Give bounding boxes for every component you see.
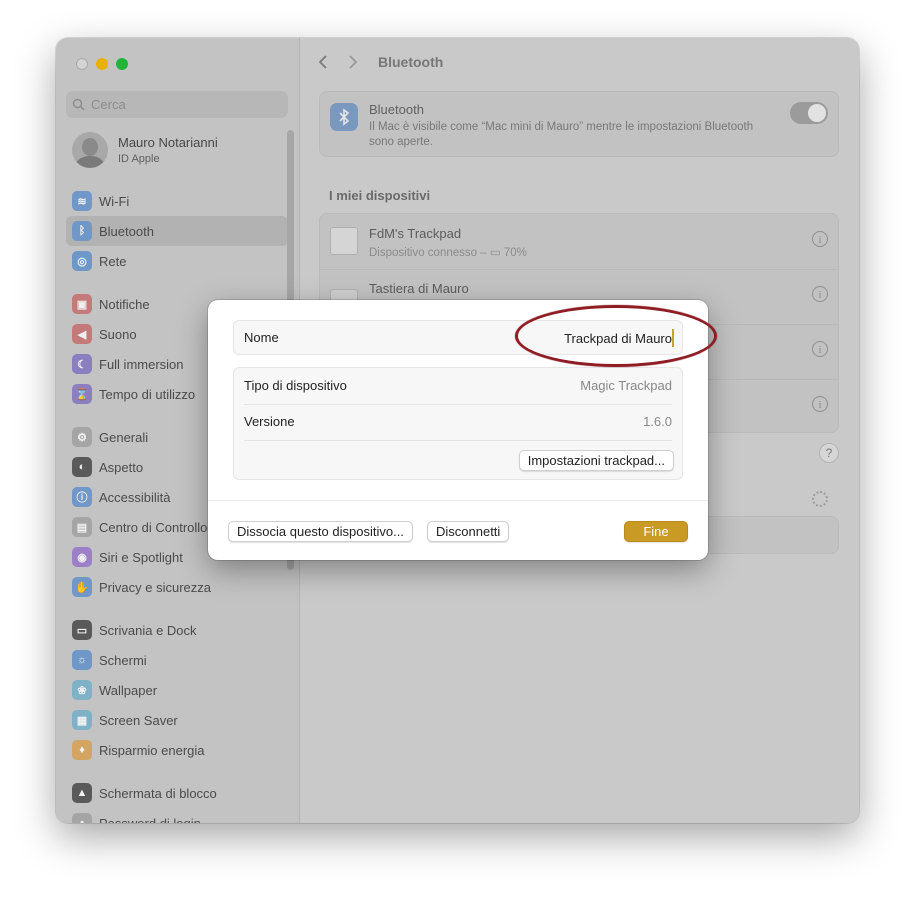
sidebar-item-label: Generali xyxy=(99,429,149,445)
sidebar-icon: ◎ xyxy=(72,251,92,271)
sidebar-icon: ☾ xyxy=(72,354,92,374)
device-row-trackpad[interactable]: FdM's Trackpad Dispositivo connesso – ▭ … xyxy=(320,214,838,270)
device-type-label: Tipo di dispositivo xyxy=(244,378,347,393)
name-label: Nome xyxy=(244,330,279,345)
sidebar-item-label: Siri e Spotlight xyxy=(99,549,183,565)
sidebar-icon: ✋ xyxy=(72,577,92,597)
info-icon[interactable]: i xyxy=(812,231,828,247)
sidebar-item-label: Wi-Fi xyxy=(99,193,130,209)
sidebar-item-label: Full immersion xyxy=(99,356,184,372)
bluetooth-card: Bluetooth Il Mac è visibile come “Mac mi… xyxy=(319,91,839,157)
trackpad-settings-button[interactable]: Impostazioni trackpad... xyxy=(518,450,674,471)
version-label: Versione xyxy=(244,414,295,429)
version-value: 1.6.0 xyxy=(643,414,672,429)
version-row: Versione 1.6.0 xyxy=(244,404,672,441)
sidebar-item-label: Accessibilità xyxy=(99,489,171,505)
sidebar-item-bluetooth[interactable]: ᛒ Bluetooth xyxy=(66,216,288,246)
sidebar-icon: ▦ xyxy=(72,710,92,730)
sidebar-item-label: Privacy e sicurezza xyxy=(99,579,211,595)
info-icon[interactable]: i xyxy=(812,396,828,412)
search-field[interactable]: Cerca xyxy=(66,91,288,118)
sidebar-icon: ⓘ xyxy=(72,487,92,507)
sidebar-icon: • xyxy=(72,813,92,823)
page-title: Bluetooth xyxy=(378,54,444,70)
devices-section-title: I miei dispositivi xyxy=(329,188,431,203)
sidebar-icon: ᛒ xyxy=(72,221,92,241)
sidebar-item-scrivania-e-dock[interactable]: ▭ Scrivania e Dock xyxy=(66,615,288,645)
dialog-footer: Dissocia questo dispositivo... Disconnet… xyxy=(208,500,708,542)
sidebar-icon: ▤ xyxy=(72,517,92,537)
sidebar-item-label: Screen Saver xyxy=(99,712,178,728)
sidebar-item-label: Password di login xyxy=(99,815,201,824)
close-button[interactable] xyxy=(76,58,88,70)
sidebar-item-rete[interactable]: ◎ Rete xyxy=(66,246,288,276)
forget-device-button[interactable]: Dissocia questo dispositivo... xyxy=(228,521,413,542)
sidebar-item-label: Risparmio energia xyxy=(99,742,205,758)
info-icon[interactable]: i xyxy=(812,286,828,302)
sidebar-icon: ⚙ xyxy=(72,427,92,447)
search-icon xyxy=(72,98,85,111)
sidebar-item-label: Notifiche xyxy=(99,296,150,312)
info-icon[interactable]: i xyxy=(812,341,828,357)
name-row: Nome xyxy=(233,320,683,355)
sidebar-item-wi-fi[interactable]: ≋ Wi-Fi xyxy=(66,186,288,216)
back-chevron-icon[interactable] xyxy=(318,54,328,70)
minimize-button[interactable] xyxy=(96,58,108,70)
loading-spinner-icon xyxy=(812,491,828,507)
sidebar-icon: ⌛ xyxy=(72,384,92,404)
zoom-button[interactable] xyxy=(116,58,128,70)
bluetooth-title: Bluetooth xyxy=(369,102,424,117)
device-info-box: Tipo di dispositivo Magic Trackpad Versi… xyxy=(233,367,683,480)
sidebar-item-wallpaper[interactable]: ❀ Wallpaper xyxy=(66,675,288,705)
sidebar-item-schermi[interactable]: ☼ Schermi xyxy=(66,645,288,675)
bluetooth-icon xyxy=(330,103,358,131)
sidebar-item-label: Aspetto xyxy=(99,459,144,475)
device-status: Dispositivo connesso – ▭ 70% xyxy=(369,247,527,259)
sidebar-item-label: Centro di Controllo xyxy=(99,519,208,535)
sidebar-item-label: Bluetooth xyxy=(99,223,154,239)
device-name: FdM's Trackpad xyxy=(369,226,462,241)
search-placeholder: Cerca xyxy=(91,97,126,112)
avatar xyxy=(72,132,108,168)
sidebar-item-label: Rete xyxy=(99,253,127,269)
device-type-row: Tipo di dispositivo Magic Trackpad xyxy=(244,368,672,405)
sidebar-item-label: Schermata di blocco xyxy=(99,785,217,801)
help-button[interactable]: ? xyxy=(819,443,839,463)
sidebar-icon: ◀ xyxy=(72,324,92,344)
sidebar-item-label: Suono xyxy=(99,326,137,342)
device-name-input[interactable] xyxy=(472,329,674,347)
window-controls xyxy=(76,58,128,70)
disconnect-button[interactable]: Disconnetti xyxy=(427,521,510,542)
toolbar: Bluetooth xyxy=(318,54,443,70)
sidebar-item-label: Schermi xyxy=(99,652,147,668)
forward-chevron-icon[interactable] xyxy=(348,54,358,70)
sidebar-icon: ☼ xyxy=(72,650,92,670)
sidebar-item-privacy-e-sicurezza[interactable]: ✋ Privacy e sicurezza xyxy=(66,572,288,602)
sidebar-item-risparmio-energia[interactable]: ♦ Risparmio energia xyxy=(66,735,288,765)
done-button[interactable]: Fine xyxy=(624,521,688,542)
user-name: Mauro Notarianni xyxy=(118,135,218,150)
bluetooth-description: Il Mac è visibile come “Mac mini di Maur… xyxy=(369,121,754,148)
bluetooth-toggle[interactable] xyxy=(790,102,828,124)
sidebar-icon: ❀ xyxy=(72,680,92,700)
sidebar-icon: ◉ xyxy=(72,547,92,567)
device-type-value: Magic Trackpad xyxy=(580,378,672,393)
device-dialog: Nome Tipo di dispositivo Magic Trackpad … xyxy=(208,300,708,560)
sidebar-item-password-di-login[interactable]: • Password di login xyxy=(66,808,288,823)
sidebar-item-screen-saver[interactable]: ▦ Screen Saver xyxy=(66,705,288,735)
sidebar-icon: ♦ xyxy=(72,740,92,760)
sidebar-icon: ▣ xyxy=(72,294,92,314)
apple-id-account[interactable]: Mauro Notarianni ID Apple xyxy=(72,132,218,168)
sidebar-icon: ▲ xyxy=(72,783,92,803)
device-name: Tastiera di Mauro xyxy=(369,281,469,296)
sidebar-icon: ≋ xyxy=(72,191,92,211)
sidebar-item-label: Wallpaper xyxy=(99,682,158,698)
sidebar-icon: ▭ xyxy=(72,620,92,640)
sidebar-item-label: Scrivania e Dock xyxy=(99,622,197,638)
sidebar-item-schermata-di-blocco[interactable]: ▲ Schermata di blocco xyxy=(66,778,288,808)
sidebar-icon: ◐ xyxy=(72,457,92,477)
sidebar-item-label: Tempo di utilizzo xyxy=(99,386,196,402)
trackpad-icon xyxy=(330,227,358,255)
user-subtitle: ID Apple xyxy=(118,153,160,165)
